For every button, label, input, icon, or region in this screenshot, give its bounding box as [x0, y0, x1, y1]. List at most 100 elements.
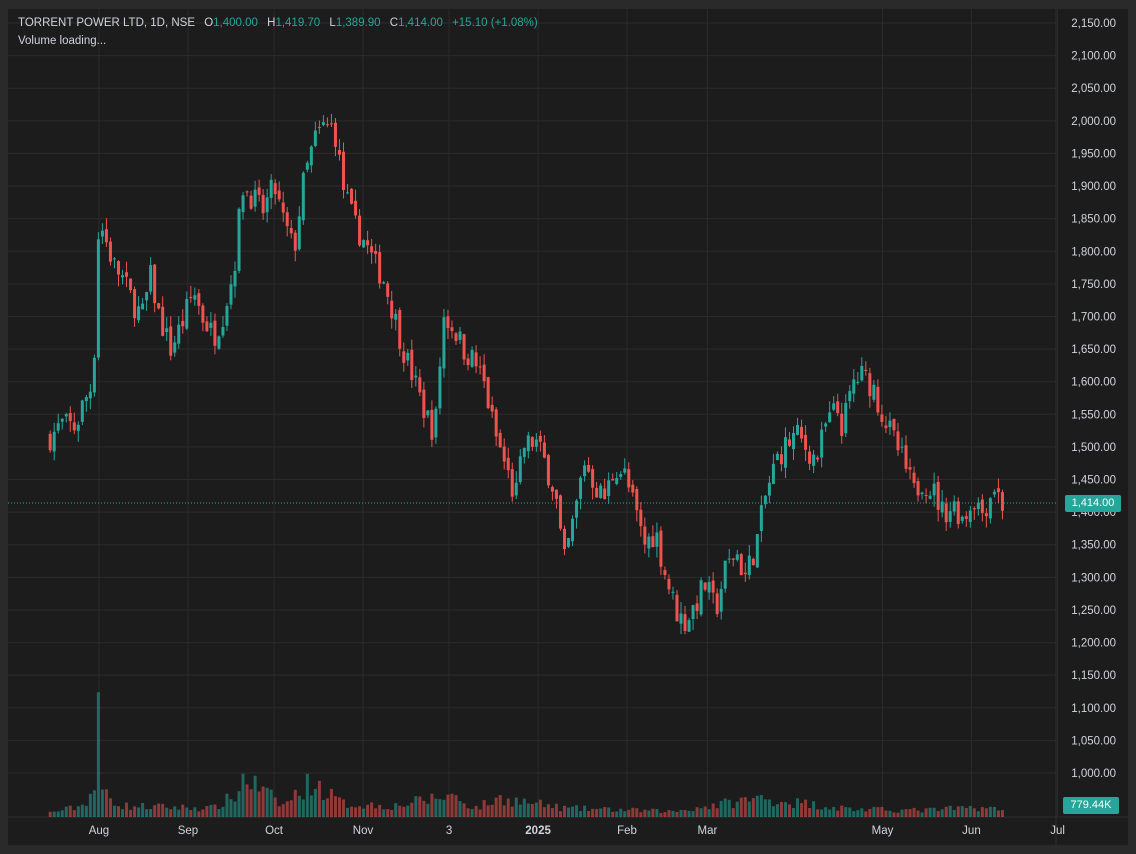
candle-body — [96, 239, 100, 358]
volume-bar — [80, 804, 84, 817]
volume-bar — [112, 805, 116, 817]
candle-body — [980, 499, 984, 513]
candle-body — [719, 588, 723, 612]
volume-bar — [948, 805, 952, 817]
volume-bar — [450, 793, 454, 817]
candle-body — [928, 495, 932, 499]
volume-bar — [398, 805, 402, 817]
candle-body — [739, 554, 743, 576]
candle-body — [848, 391, 852, 402]
candle-body — [751, 558, 755, 566]
volume-bar — [209, 804, 213, 817]
volume-bar — [884, 810, 888, 817]
volume-bar — [924, 808, 928, 817]
candle-body — [852, 379, 856, 394]
candle-body — [80, 400, 84, 422]
volume-bar — [193, 807, 197, 817]
volume-bar — [358, 806, 362, 817]
volume-bar — [771, 806, 775, 817]
volume-bar — [530, 803, 534, 817]
y-tick-label: 2,050.00 — [1071, 83, 1116, 95]
high-value: 1,419.70 — [275, 17, 321, 29]
candle-body — [836, 401, 840, 414]
x-tick-label: Jun — [962, 825, 981, 837]
volume-bar — [265, 787, 269, 817]
candle-body — [567, 538, 571, 547]
volume-bar — [410, 802, 414, 817]
volume-bar — [579, 810, 583, 817]
volume-bar — [56, 811, 60, 817]
candle-body — [783, 437, 787, 468]
candle-body — [844, 402, 848, 434]
volume-bar — [121, 809, 125, 817]
candle-body — [912, 472, 916, 484]
candle-body — [868, 373, 872, 397]
last-price-tag: 1,414.00 — [1065, 495, 1121, 512]
volume-bar — [374, 808, 378, 817]
candle-body — [820, 429, 824, 458]
volume-bar — [796, 798, 800, 817]
candlestick-chart[interactable]: 2,150.00 2,100.00 2,050.00 2,000.00 1,950.00… — [8, 9, 1128, 845]
x-tick-label: May — [872, 825, 894, 837]
candle-body — [72, 422, 76, 431]
candle-body — [185, 299, 189, 329]
candle-body — [402, 351, 406, 363]
volume-bar — [739, 797, 743, 817]
volume-bar — [755, 795, 759, 817]
candle-body — [506, 457, 510, 471]
volume-bar — [916, 810, 920, 817]
candle-body — [354, 200, 358, 216]
candle-body — [462, 334, 466, 360]
candle-body — [651, 536, 655, 548]
volume-bar — [510, 806, 514, 817]
candle-body — [860, 365, 864, 381]
volume-bar — [675, 811, 679, 817]
volume-bar — [980, 807, 984, 817]
volume-bar — [157, 803, 161, 817]
volume-bar — [820, 809, 824, 817]
candle-body — [884, 425, 888, 429]
candle-body — [177, 324, 181, 344]
volume-bar — [832, 806, 836, 817]
candle-body — [213, 320, 217, 346]
candle-body — [972, 508, 976, 510]
volume-bar — [824, 807, 828, 817]
volume-bar — [354, 807, 358, 817]
volume-bar — [667, 810, 671, 817]
candle-body — [281, 202, 285, 213]
volume-bar — [860, 808, 864, 817]
volume-bar — [84, 805, 88, 817]
candle-body — [241, 195, 245, 213]
candle-body — [992, 491, 996, 495]
candle-body — [181, 320, 185, 327]
y-tick-label: 1,250.00 — [1071, 605, 1116, 617]
candle-body — [956, 501, 960, 524]
candle-body — [812, 454, 816, 466]
candle-body — [804, 434, 808, 450]
volume-bar — [442, 799, 446, 817]
candle-body — [325, 124, 329, 126]
candle-body — [984, 513, 988, 517]
volume-bar — [554, 803, 558, 817]
volume-bar — [683, 810, 687, 817]
candle-body — [64, 414, 68, 417]
volume-bar — [707, 809, 711, 817]
volume-bar — [864, 811, 868, 817]
candle-body — [289, 227, 293, 234]
candle-body — [301, 172, 305, 221]
x-tick-label: Mar — [698, 825, 718, 837]
candle-body — [892, 418, 896, 431]
candle-body — [450, 327, 454, 332]
volume-bar — [153, 805, 157, 817]
volume-bar — [804, 799, 808, 817]
candle-body — [534, 439, 538, 447]
volume-bar — [506, 798, 510, 817]
volume-bar — [386, 809, 390, 817]
candle-body — [623, 468, 627, 473]
volume-bar — [362, 808, 366, 817]
candle-body — [100, 230, 104, 237]
volume-bar — [149, 808, 153, 817]
chart-canvas[interactable]: 2,150.00 2,100.00 2,050.00 2,000.00 1,950.00… — [8, 9, 1128, 845]
candle-body — [366, 240, 370, 246]
candle-body — [639, 509, 643, 527]
